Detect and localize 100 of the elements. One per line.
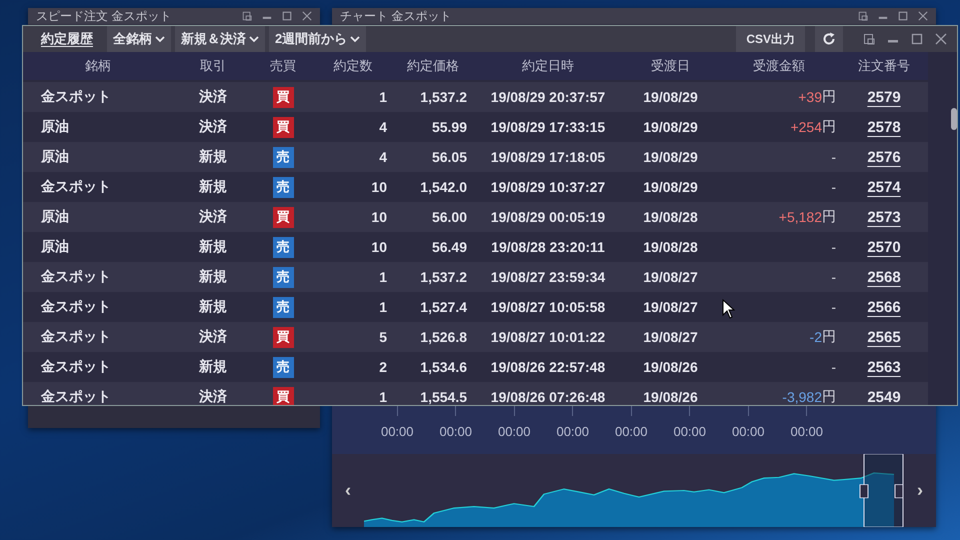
axis-label: 00:00 <box>498 424 531 439</box>
side-badge: 買 <box>272 206 294 228</box>
panel-tab[interactable]: 約定履歴 <box>31 26 103 52</box>
scroll-left-button[interactable]: ‹ <box>332 479 364 502</box>
table-cell: +5,182円 <box>718 202 840 232</box>
order-number-link[interactable]: 2570 <box>867 238 901 256</box>
axis-label: 00:00 <box>614 424 648 439</box>
side-badge: 買 <box>272 386 294 405</box>
refresh-icon <box>822 32 836 46</box>
order-number-link[interactable]: 2563 <box>867 358 901 376</box>
column-header: 売買 <box>253 52 313 80</box>
window-title: スピード注文 金スポット <box>36 8 172 24</box>
table-cell: 決済 <box>173 322 253 352</box>
side-badge: 売 <box>272 296 294 318</box>
close-icon[interactable] <box>302 11 312 21</box>
axis-label: 00:00 <box>790 424 824 439</box>
csv-export-button[interactable]: CSV出力 <box>736 26 805 52</box>
table-cell: +39円 <box>718 82 840 112</box>
order-number-link[interactable]: 2574 <box>867 178 901 196</box>
table-cell: 金スポット <box>23 382 173 405</box>
axis-label: 00:00 <box>673 424 706 439</box>
table-cell: 19/08/26 <box>623 382 718 405</box>
table-cell: 1,554.5 <box>393 382 473 405</box>
column-header: 受渡日 <box>623 52 718 80</box>
popout-icon[interactable] <box>242 11 252 21</box>
range-handle[interactable] <box>894 484 904 498</box>
side-badge: 売 <box>272 236 294 258</box>
side-badge: 売 <box>272 356 294 378</box>
table-cell: 56.05 <box>393 142 473 172</box>
close-icon[interactable] <box>935 33 947 45</box>
table-cell: 19/08/28 <box>623 202 718 232</box>
column-header: 注文番号 <box>840 52 928 80</box>
table-cell: 56.00 <box>393 202 473 232</box>
column-header: 受渡金額 <box>718 52 840 80</box>
table-cell: -2円 <box>718 322 840 352</box>
table-cell: -3,982円 <box>718 382 840 405</box>
window-title: チャート 金スポット <box>340 8 452 24</box>
side-badge: 買 <box>272 116 294 138</box>
table-cell: 19/08/29 00:05:19 <box>473 202 623 232</box>
table-cell: 1 <box>313 82 393 112</box>
table-cell: 金スポット <box>23 262 173 292</box>
column-header: 約定数 <box>313 52 393 80</box>
order-number-link[interactable]: 2578 <box>867 118 901 136</box>
column-header: 約定価格 <box>393 52 473 80</box>
popout-icon[interactable] <box>863 33 875 45</box>
table-cell: 1 <box>313 382 393 405</box>
scrollbar-thumb[interactable] <box>951 108 957 130</box>
table-cell: 決済 <box>173 202 253 232</box>
filter-dropdown[interactable]: 全銘柄 <box>107 26 171 52</box>
side-badge: 売 <box>272 146 294 168</box>
table-cell: 19/08/29 <box>623 142 718 172</box>
axis-label: 00:00 <box>556 424 590 439</box>
axis-label: 00:00 <box>380 424 414 439</box>
table-cell: 新規 <box>173 142 253 172</box>
table-cell: 19/08/29 20:37:57 <box>473 82 623 112</box>
side-badge: 買 <box>272 86 294 108</box>
popout-icon[interactable] <box>858 11 868 21</box>
table-cell: 5 <box>313 322 393 352</box>
refresh-button[interactable] <box>815 26 843 52</box>
table-cell: 原油 <box>23 202 173 232</box>
table-cell: 19/08/29 17:18:05 <box>473 142 623 172</box>
table-cell: 4 <box>313 142 393 172</box>
axis-label: 00:00 <box>439 424 472 439</box>
table-cell: 決済 <box>173 382 253 405</box>
range-selection[interactable] <box>864 454 904 527</box>
close-icon[interactable] <box>918 11 928 21</box>
cursor-icon <box>722 299 735 319</box>
table-cell: 19/08/26 07:26:48 <box>473 382 623 405</box>
scroll-right-button[interactable]: › <box>904 479 936 502</box>
table-cell: 1,526.8 <box>393 322 473 352</box>
table-cell: 金スポット <box>23 82 173 112</box>
table-cell: 金スポット <box>23 322 173 352</box>
table-cell: - <box>718 262 840 292</box>
table-cell: 1 <box>313 262 393 292</box>
axis-label: 00:00 <box>732 424 765 439</box>
range-handle[interactable] <box>860 484 868 498</box>
table-cell: 19/08/27 <box>623 322 718 352</box>
maximize-icon[interactable] <box>282 11 292 21</box>
table-cell: 新規 <box>173 262 253 292</box>
table-cell: - <box>718 142 840 172</box>
column-header: 取引 <box>173 52 253 80</box>
side-badge: 売 <box>272 176 294 198</box>
table-cell: 19/08/27 10:01:22 <box>473 322 623 352</box>
filter-dropdown[interactable]: 新規＆決済 <box>175 26 265 52</box>
column-header: 約定日時 <box>473 52 623 80</box>
table-cell: 19/08/27 23:59:34 <box>473 262 623 292</box>
table-cell: 1,537.2 <box>393 262 473 292</box>
side-badge: 買 <box>272 326 294 348</box>
table-cell: 決済 <box>173 82 253 112</box>
order-number-link[interactable]: 2566 <box>867 298 901 316</box>
maximize-icon[interactable] <box>911 33 923 45</box>
table-cell: 10 <box>313 202 393 232</box>
column-header: 銘柄 <box>23 52 173 80</box>
maximize-icon[interactable] <box>898 11 908 21</box>
table-cell: 1,537.2 <box>393 82 473 112</box>
side-badge: 売 <box>272 266 294 288</box>
table-cell: 原油 <box>23 142 173 172</box>
filter-dropdown[interactable]: 2週間前から <box>269 26 366 52</box>
caret-icon <box>350 36 360 42</box>
table-cell: 19/08/27 <box>623 262 718 292</box>
